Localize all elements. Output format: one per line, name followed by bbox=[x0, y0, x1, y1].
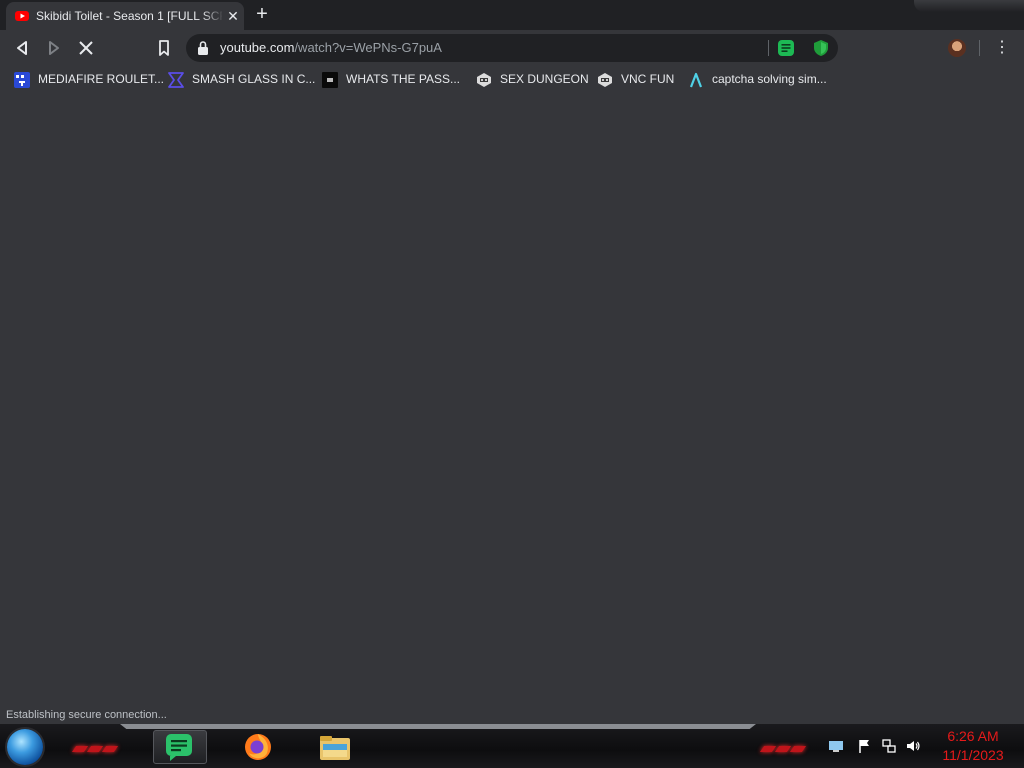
taskbar-frame-decoration bbox=[120, 724, 756, 729]
clock-time: 6:26 AM bbox=[947, 728, 999, 744]
bookmark-label: MEDIAFIRE ROULET... bbox=[38, 72, 165, 86]
start-button[interactable] bbox=[7, 729, 43, 765]
toolbar-divider bbox=[979, 40, 980, 56]
new-tab-button[interactable]: + bbox=[252, 3, 272, 25]
bookmark-item-whats-the-pass[interactable]: WHATS THE PASS... bbox=[322, 71, 460, 89]
robot-icon bbox=[598, 73, 612, 87]
bookmark-label: SMASH GLASS IN C... bbox=[192, 72, 316, 86]
bookmark-item-smash-glass[interactable]: SMASH GLASS IN C... bbox=[168, 71, 315, 89]
red-decoration bbox=[759, 739, 807, 752]
chat-app-icon bbox=[166, 734, 192, 761]
taskbar-app-chat[interactable] bbox=[153, 730, 207, 764]
address-bar[interactable]: youtube.com/watch?v=WePNs-G7puA bbox=[186, 34, 838, 62]
network-icon[interactable] bbox=[881, 738, 897, 754]
bookmark-item-sex-dungeon[interactable]: SEX DUNGEON bbox=[476, 71, 589, 89]
browser-tab[interactable]: Skibidi Toilet - Season 1 [FULL SCREEN] … bbox=[6, 2, 244, 30]
youtube-icon bbox=[15, 11, 29, 21]
volume-icon[interactable] bbox=[905, 738, 921, 754]
page-content bbox=[0, 94, 1024, 724]
taskbar-clock[interactable]: 6:26 AM 11/1/2023 bbox=[930, 727, 1016, 765]
red-decoration bbox=[71, 739, 119, 752]
bookmark-label: SEX DUNGEON bbox=[500, 72, 589, 86]
browser-menu-button[interactable]: ⋮ bbox=[994, 40, 1010, 56]
bookmark-label: captcha solving sim... bbox=[712, 72, 827, 86]
browser-toolbar: youtube.com/watch?v=WePNs-G7puA bbox=[0, 30, 1024, 66]
tab-close-icon[interactable]: ✕ bbox=[226, 8, 240, 24]
url-path: /watch?v=WePNs-G7puA bbox=[294, 40, 442, 55]
dark-square-icon bbox=[322, 72, 338, 88]
omnibox-divider bbox=[768, 40, 769, 56]
url-host: youtube.com bbox=[220, 40, 295, 55]
bookmark-label: WHATS THE PASS... bbox=[346, 72, 461, 86]
lambda-icon bbox=[689, 72, 703, 88]
lock-icon[interactable] bbox=[196, 40, 210, 56]
bookmark-item-mediafire[interactable]: MEDIAFIRE ROULET... bbox=[14, 71, 164, 89]
chevron-bookmark-icon bbox=[168, 72, 184, 88]
clock-date: 11/1/2023 bbox=[942, 747, 1004, 763]
profile-avatar[interactable] bbox=[948, 39, 966, 57]
taskbar-app-firefox[interactable] bbox=[233, 730, 285, 762]
chat-extension-icon[interactable] bbox=[777, 39, 795, 57]
bookmarks-bar: MEDIAFIRE ROULET... SMASH GLASS IN C... … bbox=[0, 66, 1024, 94]
url-text[interactable]: youtube.com/watch?v=WePNs-G7puA bbox=[220, 40, 442, 55]
bookmark-label: VNC FUN bbox=[621, 72, 675, 86]
status-bubble: Establishing secure connection... bbox=[0, 707, 173, 724]
bookmark-item-captcha-solving[interactable]: captcha solving sim... bbox=[688, 71, 828, 89]
shield-extension-icon[interactable] bbox=[812, 39, 830, 57]
bookmark-icon[interactable] bbox=[152, 36, 176, 60]
taskbar-app-file-explorer[interactable] bbox=[310, 730, 362, 762]
flag-icon[interactable] bbox=[857, 738, 873, 754]
stop-loading-icon[interactable] bbox=[74, 36, 98, 60]
forward-arrow-icon[interactable] bbox=[42, 36, 66, 60]
mediafire-icon bbox=[14, 72, 30, 88]
bookmark-item-vnc-fun[interactable]: VNC FUN bbox=[597, 71, 677, 89]
robot-icon bbox=[477, 73, 491, 87]
file-explorer-icon bbox=[320, 736, 350, 760]
taskbar: 6:26 AM 11/1/2023 bbox=[0, 724, 1024, 768]
tab-title: Skibidi Toilet - Season 1 [FULL SCREEN] bbox=[36, 9, 222, 23]
window-frame-decoration bbox=[914, 0, 1024, 12]
tab-title-fade bbox=[202, 6, 224, 26]
network-computer-icon[interactable] bbox=[828, 738, 844, 754]
back-arrow-icon[interactable] bbox=[10, 36, 34, 60]
firefox-icon bbox=[245, 734, 271, 760]
tab-strip: Skibidi Toilet - Season 1 [FULL SCREEN] … bbox=[0, 0, 1024, 30]
